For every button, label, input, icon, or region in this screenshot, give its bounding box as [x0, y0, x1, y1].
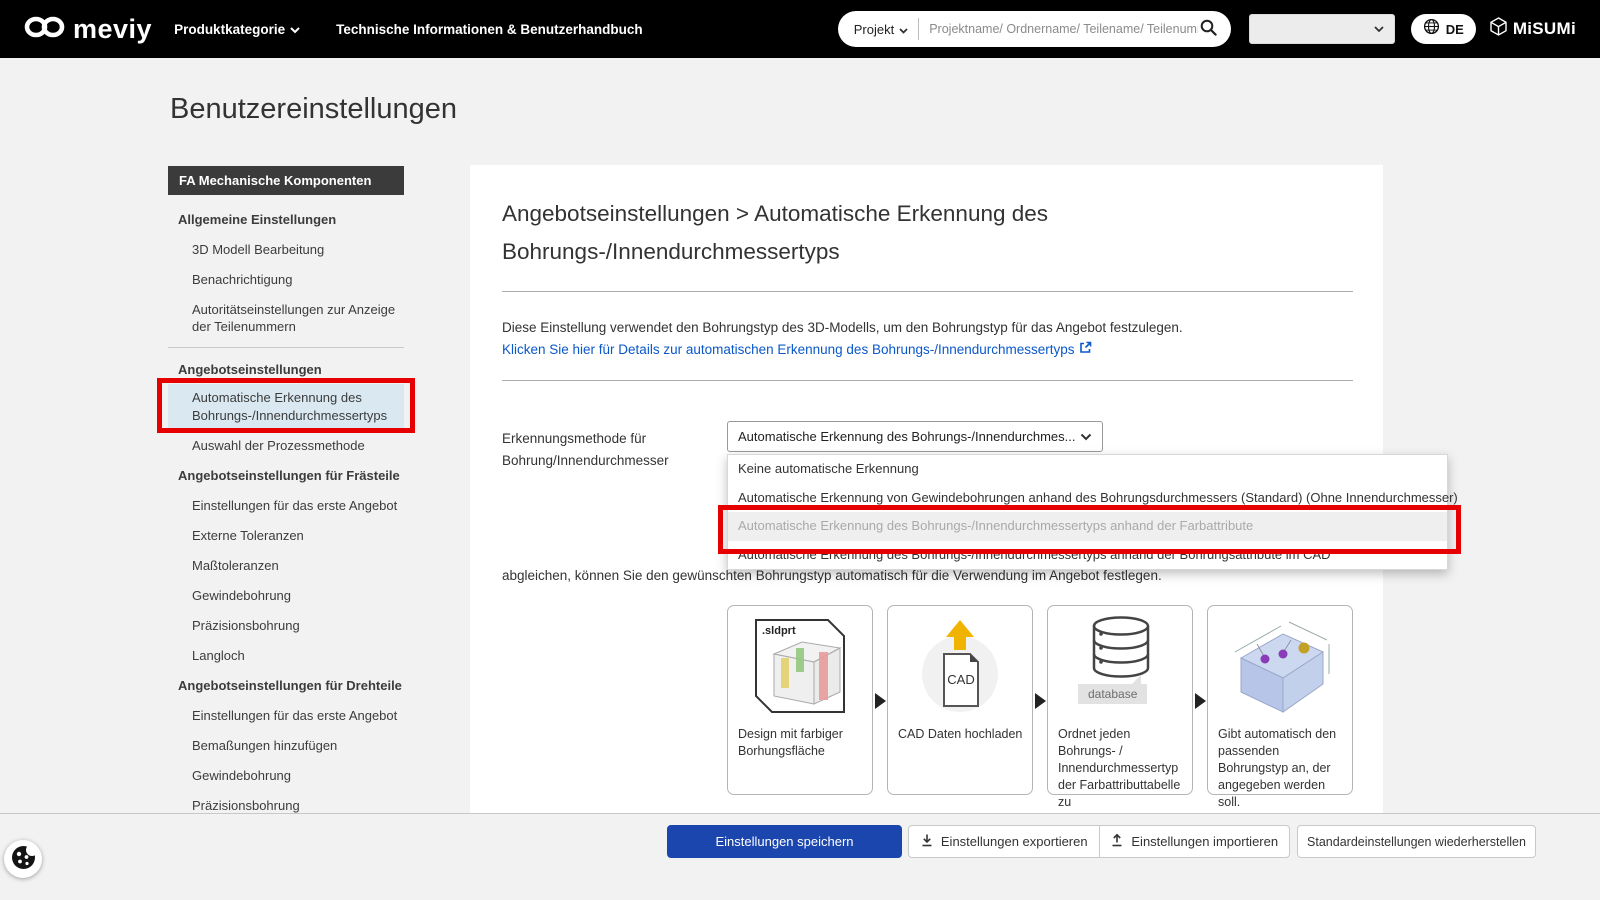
restore-defaults-button[interactable]: Standardeinstellungen wiederherstellen — [1297, 825, 1536, 858]
card-label: Ordnet jeden Bohrungs- / Innendurchmesse… — [1058, 727, 1181, 809]
main-panel: Angebotseinstellungen > Automatische Erk… — [470, 165, 1461, 813]
save-settings-button[interactable]: Einstellungen speichern — [667, 825, 902, 858]
sidebar-list: Allgemeine Einstellungen 3D Modell Bearb… — [157, 204, 415, 850]
sidebar-item-autoritaetseinstellungen[interactable]: Autoritätseinstellungen zur Anzeige der … — [168, 294, 404, 341]
external-link-icon — [1079, 341, 1092, 357]
option-bohrungsattribute-cad[interactable]: Automatische Erkennung des Bohrungs-/Inn… — [728, 541, 1447, 570]
download-icon — [920, 833, 934, 850]
divider — [918, 18, 920, 40]
sidebar-item-gewindebohrung-fraesteile[interactable]: Gewindebohrung — [168, 580, 404, 610]
action-bar: Einstellungen speichern Einstellungen ex… — [0, 813, 1600, 900]
chevron-down-icon — [1374, 20, 1384, 38]
option-farbattribute[interactable]: Automatische Erkennung des Bohrungs-/Inn… — [718, 505, 1461, 554]
card-cad-hochladen: CAD CAD Daten hochladen — [887, 605, 1033, 795]
sidebar-item-erste-angebot-drehteile[interactable]: Einstellungen für das erste Angebot — [168, 700, 404, 730]
top-nav: Produktkategorie Technische Informatione… — [174, 22, 643, 37]
page: meviy Produktkategorie Technische Inform… — [0, 0, 1600, 900]
sidebar-header: FA Mechanische Komponenten — [168, 166, 404, 195]
divider — [168, 347, 404, 348]
svg-text:.sldprt: .sldprt — [762, 625, 796, 637]
page-title: Benutzereinstellungen — [170, 93, 457, 125]
sidebar-item-praezisionsbohrung-fraesteile[interactable]: Präzisionsbohrung — [168, 610, 404, 640]
sidebar-item-langloch[interactable]: Langloch — [168, 640, 404, 670]
nav-produktkategorie[interactable]: Produktkategorie — [174, 22, 300, 37]
language-label: DE — [1445, 21, 1464, 37]
database-icon — [1048, 612, 1192, 687]
sidebar-item-masstoleranzen[interactable]: Maßtoleranzen — [168, 550, 404, 580]
partial-paragraph: abgleichen, können Sie den gewünschten B… — [502, 568, 1162, 583]
divider — [502, 380, 1353, 381]
sidebar-item-bemassungen-hinzufuegen[interactable]: Bemaßungen hinzufügen — [168, 730, 404, 760]
option-keine-erkennung[interactable]: Keine automatische Erkennung — [728, 455, 1447, 484]
erkennungsmethode-select[interactable]: Automatische Erkennung des Bohrungs-/Inn… — [727, 421, 1103, 452]
export-import-group: Einstellungen exportieren Einstellungen … — [908, 825, 1290, 858]
sldprt-model-icon: .sldprt — [728, 612, 872, 717]
brand-text: MiSUMi — [1512, 19, 1576, 38]
select-dropdown-list: Keine automatische Erkennung Automatisch… — [718, 454, 1461, 570]
details-link[interactable]: Klicken Sie hier für Details zur automat… — [502, 341, 1092, 357]
card-passender-bohrungstyp: Gibt automatisch den passenden Bohrungst… — [1207, 605, 1353, 809]
global-search: Projekt — [837, 11, 1231, 47]
card-label: CAD Daten hochladen — [898, 727, 1023, 741]
sidebar-item-label: Automatische Erkennung des Bohrungs-/Inn… — [192, 390, 388, 423]
cad-upload-icon: CAD — [888, 612, 1032, 717]
misumi-brand: MiSUMi — [1490, 17, 1576, 41]
cookie-settings-button[interactable] — [4, 840, 42, 878]
sidebar-item-3d-modell-bearbeitung[interactable]: 3D Modell Bearbeitung — [168, 234, 404, 264]
svg-text:CAD: CAD — [947, 672, 974, 687]
dimensioned-part-icon — [1208, 612, 1352, 720]
account-select[interactable] — [1248, 14, 1395, 44]
search-input[interactable] — [929, 22, 1198, 36]
import-settings-button[interactable]: Einstellungen importieren — [1100, 826, 1290, 857]
chevron-down-icon — [1080, 428, 1092, 446]
globe-icon — [1423, 18, 1440, 40]
option-label: Automatische Erkennung des Bohrungs-/Inn… — [738, 518, 1254, 533]
card-design-farbige-bohrungsflaeche: .sldprt Design mit farbiger Borhungsfläc… — [727, 605, 873, 795]
sidebar-item-erste-angebot-fraesteile[interactable]: Einstellungen für das erste Angebot — [168, 490, 404, 520]
meviy-logo[interactable]: meviy — [24, 14, 152, 45]
search-icon — [1200, 19, 1217, 39]
divider — [502, 291, 1353, 292]
sidebar-item-benachrichtigung[interactable]: Benachrichtigung — [168, 264, 404, 294]
cube-icon — [1490, 17, 1507, 41]
card-label: Gibt automatisch den passenden Bohrungst… — [1218, 727, 1337, 809]
database-badge: database — [1078, 675, 1148, 704]
top-navigation-bar: meviy Produktkategorie Technische Inform… — [0, 0, 1600, 58]
logo-text: meviy — [73, 13, 153, 44]
chevron-down-icon — [899, 22, 908, 37]
sidebar-item-angebotseinstellungen-fraesteile[interactable]: Angebotseinstellungen für Frästeile — [168, 460, 404, 490]
sidebar-item-angebotseinstellungen[interactable]: Angebotseinstellungen — [168, 354, 404, 384]
option-gewindebohrungen-standard[interactable]: Automatische Erkennung von Gewindebohrun… — [728, 484, 1458, 513]
cookie-icon — [10, 844, 38, 874]
upload-icon — [1110, 833, 1124, 850]
sidebar-item-automatische-erkennung[interactable]: Automatische Erkennung des Bohrungs-/Inn… — [157, 378, 415, 433]
search-button[interactable] — [1198, 17, 1219, 41]
arrow-right-icon — [873, 605, 887, 797]
language-button[interactable]: DE — [1410, 14, 1476, 44]
intro-text: Diese Einstellung verwendet den Bohrungs… — [502, 320, 1183, 335]
card-farbattributtabelle: database Ordnet jeden Bohrungs- / Innend… — [1047, 605, 1193, 809]
sidebar-item-gewindebohrung-drehteile[interactable]: Gewindebohrung — [168, 760, 404, 790]
settings-sidebar: FA Mechanische Komponenten Allgemeine Ei… — [157, 166, 415, 850]
sidebar-item-auswahl-prozessmethode[interactable]: Auswahl der Prozessmethode — [168, 430, 404, 460]
export-settings-button[interactable]: Einstellungen exportieren — [909, 826, 1099, 857]
nav-technische-informationen[interactable]: Technische Informationen & Benutzerhandb… — [336, 22, 643, 37]
sidebar-item-angebotseinstellungen-drehteile[interactable]: Angebotseinstellungen für Drehteile — [168, 670, 404, 700]
annotation-highlight-sidebar — [157, 378, 415, 433]
chevron-down-icon — [290, 22, 300, 37]
sidebar-item-externe-toleranzen[interactable]: Externe Toleranzen — [168, 520, 404, 550]
process-steps: .sldprt Design mit farbiger Borhungsfläc… — [727, 605, 1353, 809]
arrow-right-icon — [1033, 605, 1047, 797]
card-label: Design mit farbiger Borhungsfläche — [738, 727, 843, 758]
infinity-logo-icon — [24, 15, 66, 44]
arrow-right-icon — [1193, 605, 1207, 797]
select-value: Automatische Erkennung des Bohrungs-/Inn… — [738, 429, 1076, 444]
sidebar-item-allgemeine-einstellungen[interactable]: Allgemeine Einstellungen — [168, 204, 404, 234]
field-label: Erkennungsmethode für Bohrung/Innendurch… — [502, 431, 669, 468]
search-scope-select[interactable]: Projekt — [854, 22, 908, 37]
section-heading: Angebotseinstellungen > Automatische Erk… — [502, 201, 1049, 264]
